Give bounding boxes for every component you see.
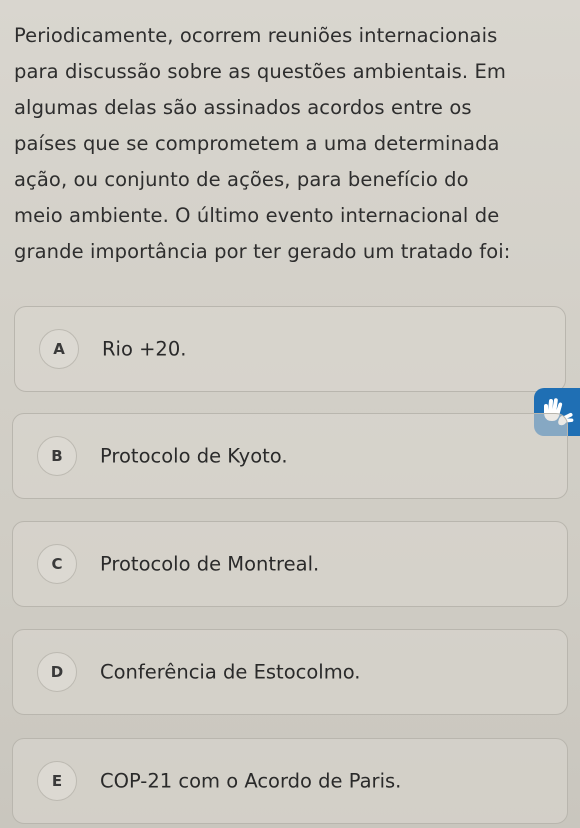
option-text: Protocolo de Montreal. <box>100 552 320 576</box>
question-line: algumas delas são assinados acordos entr… <box>14 96 472 119</box>
option-text: Protocolo de Kyoto. <box>100 444 288 468</box>
option-d[interactable]: D Conferência de Estocolmo. <box>12 629 568 715</box>
option-b[interactable]: B Protocolo de Kyoto. <box>12 413 568 499</box>
option-text: Rio +20. <box>102 337 187 361</box>
question-line: Periodicamente, ocorrem reuniões interna… <box>14 24 498 47</box>
option-text: Conferência de Estocolmo. <box>100 660 361 684</box>
option-text: COP-21 com o Acordo de Paris. <box>100 769 402 793</box>
option-a[interactable]: A Rio +20. <box>14 306 566 392</box>
option-letter-badge: A <box>39 329 79 369</box>
option-letter-badge: B <box>37 436 77 476</box>
question-line: ação, ou conjunto de ações, para benefíc… <box>14 168 469 191</box>
question-line: grande importância por ter gerado um tra… <box>14 240 511 263</box>
option-letter-badge: D <box>37 652 77 692</box>
question-line: para discussão sobre as questões ambient… <box>14 60 506 83</box>
option-e[interactable]: E COP-21 com o Acordo de Paris. <box>12 738 568 824</box>
option-letter-badge: C <box>37 544 77 584</box>
option-c[interactable]: C Protocolo de Montreal. <box>12 521 568 607</box>
question-line: meio ambiente. O último evento internaci… <box>14 204 500 227</box>
option-letter-badge: E <box>37 761 77 801</box>
question-line: países que se comprometem a uma determin… <box>14 132 500 155</box>
question-text: Periodicamente, ocorrem reuniões interna… <box>14 18 572 270</box>
